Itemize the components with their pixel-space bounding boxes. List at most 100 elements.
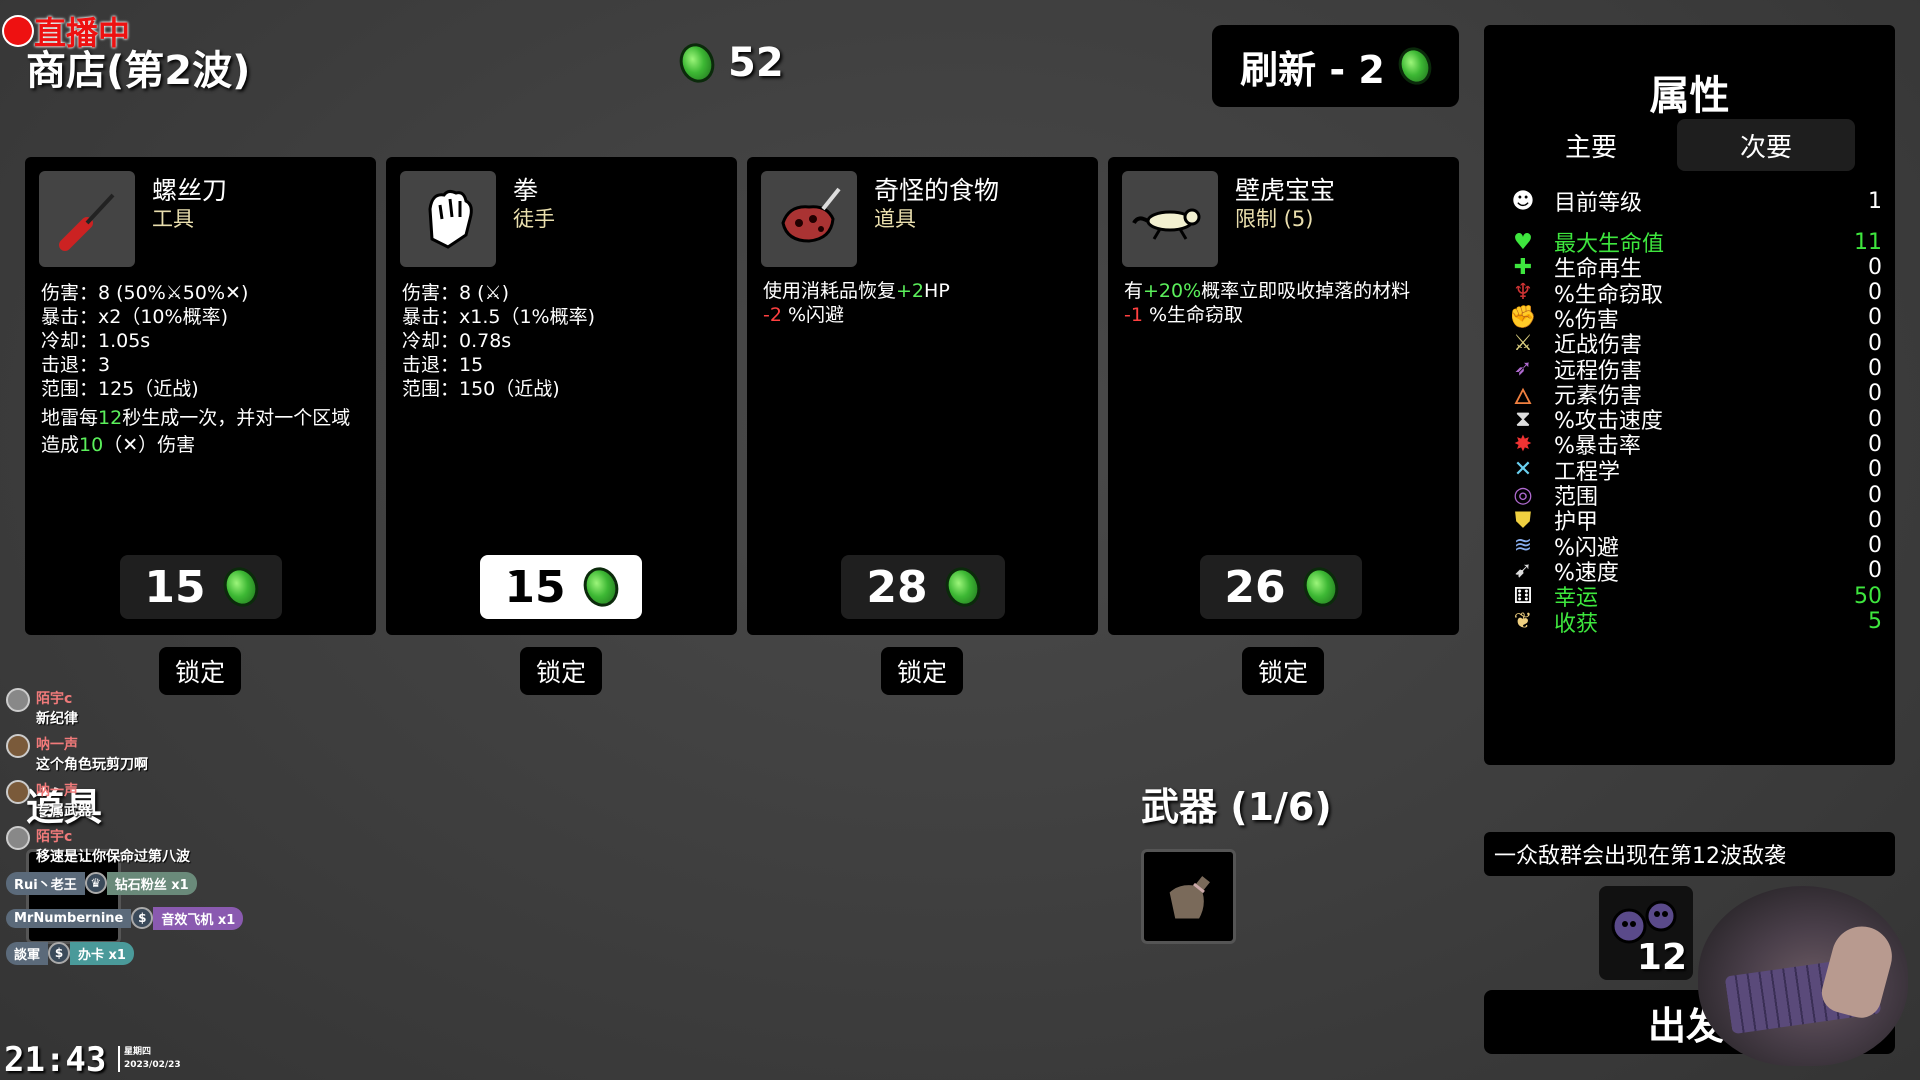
card-name: 螺丝刀 (152, 176, 228, 205)
desc-text: HP (924, 280, 950, 302)
stat-row: ❦ 收获 5 (1508, 607, 1882, 637)
wave-banner: 一众敌群会出现在第12波敌袭 (1484, 832, 1895, 876)
desc-text: %闪避 (788, 304, 845, 326)
card-description: 地雷每12秒生成一次，并对一个区域 造成10（✕）伤害 (41, 405, 366, 459)
gift-list: Rui丶老王 ♛ 钻石粉丝 x1 MrNumbernine $ 音效飞机 x1 談軍 $ 办卡 … (6, 871, 246, 965)
stat-value: 0 (1868, 558, 1882, 584)
tab-primary[interactable]: 主要 (1502, 119, 1680, 171)
stat-value: 1 (1868, 188, 1882, 214)
stat-line: 范围：150（近战) (402, 378, 560, 400)
shop-card-fist: 拳 徒手 伤害：8 (⚔) 暴击：x1.5（1%概率) 冷却：0.78s 击退：… (386, 157, 737, 635)
armor-icon: ⛊ (1514, 507, 1532, 533)
desc-value: -1 (1124, 304, 1143, 326)
gift-notice: MrNumbernine $ 音效飞机 x1 (6, 906, 246, 930)
chat-user: 呐一声 (36, 737, 78, 753)
chat-user: 陌宇c (36, 829, 73, 845)
stat-line: 伤害：8 (50%⚔50%✕) (41, 282, 249, 304)
lock-button[interactable]: 锁定 (520, 647, 602, 695)
stat-value: 0 (1868, 507, 1882, 533)
stat-value: 5 (1868, 609, 1882, 634)
buy-button[interactable]: 26 (1200, 555, 1362, 619)
fist-icon (400, 171, 496, 267)
regen-icon: ✚ (1513, 254, 1533, 280)
price-value: 15 (144, 561, 206, 613)
chat-message: 呐一声 专属武器 (6, 780, 246, 820)
speed-icon: ➹ (1513, 558, 1533, 584)
material-icon (577, 562, 624, 612)
dollar-icon: $ (131, 907, 154, 929)
date: 2023/02/23 (124, 1060, 181, 1070)
chat-text: 专属武器 (36, 803, 92, 819)
desc-value: +2 (896, 280, 925, 302)
attack-speed-icon: ⧗ (1515, 406, 1531, 432)
crown-icon: ♛ (84, 872, 107, 894)
chat-message: 呐一声这个角色玩剪刀啊 (6, 734, 246, 774)
card-type: 限制 (5) (1235, 207, 1314, 231)
weekday: 星期四 (124, 1047, 152, 1057)
card-name: 拳 (513, 176, 539, 205)
desc-value: -2 (763, 304, 782, 326)
stat-value: 0 (1868, 381, 1882, 407)
desc-value: +20% (1143, 280, 1202, 302)
shop-title: 商店(第2波) (26, 48, 251, 94)
luck-icon: ⚅ (1513, 583, 1533, 609)
desc-text: 地雷每 (41, 407, 99, 429)
shop-card-screwdriver: 螺丝刀 工具 伤害：8 (50%⚔50%✕) 暴击：x2（10%概率) 冷却：1… (25, 157, 376, 635)
desc-text: 有 (1124, 280, 1144, 302)
stat-value: 0 (1868, 254, 1882, 280)
card-type: 工具 (152, 207, 194, 231)
reroll-button[interactable]: 刷新 - 2 (1212, 25, 1459, 107)
tab-secondary[interactable]: 次要 (1677, 119, 1855, 171)
stat-line: 范围：125（近战) (41, 378, 199, 400)
card-stats: 伤害：8 (50%⚔50%✕) 暴击：x2（10%概率) 冷却：1.05s 击退… (41, 281, 248, 401)
gift-name: 办卡 x1 (70, 941, 134, 965)
chat-user: 呐一声 (36, 783, 78, 799)
stats-panel: 属性 主要 次要 ☻ 目前等级 1 ♥ 最大生命值 11 ✚ 生命再生 0 ♆ %生命窃取 0 ✊ %伤害… (1484, 25, 1895, 765)
clock-date: 星期四 2023/02/23 (118, 1046, 181, 1072)
material-icon (1297, 562, 1344, 612)
stat-value: 50 (1854, 583, 1882, 609)
card-stats: 伤害：8 (⚔) 暴击：x1.5（1%概率) 冷却：0.78s 击退：15 范围… (402, 281, 595, 401)
buy-button[interactable]: 15 (120, 555, 282, 619)
weapon-slot[interactable] (1141, 849, 1236, 944)
webcam-overlay (1698, 886, 1908, 1066)
stat-line: 暴击：x2（10%概率) (41, 306, 228, 328)
card-type: 徒手 (513, 207, 555, 231)
stat-line: 伤害：8 (⚔) (402, 282, 509, 304)
weapons-title: 武器 (1/6) (1141, 785, 1332, 829)
melee-icon: ⚔ (1513, 330, 1533, 356)
card-name: 壁虎宝宝 (1235, 176, 1336, 205)
damage-icon: ✊ (1509, 305, 1537, 331)
buy-button[interactable]: 28 (841, 555, 1005, 619)
material-icon (217, 562, 264, 612)
lifesteal-icon: ♆ (1513, 280, 1533, 306)
chat-text: 这个角色玩剪刀啊 (36, 757, 148, 773)
desc-value: 10 (79, 434, 104, 456)
gift-notice: Rui丶老王 ♛ 钻石粉丝 x1 (6, 871, 246, 895)
avatar (6, 826, 30, 850)
shop-card-baby-gecko: 壁虎宝宝 限制 (5) 有+20%概率立即吸收掉落的材料 -1 %生命窃取 26 (1108, 157, 1459, 635)
enemy-count: 12 (1636, 937, 1687, 978)
stat-line: 暴击：x1.5（1%概率) (402, 306, 596, 328)
desc-text: （✕）伤害 (103, 434, 196, 456)
avatar (6, 780, 30, 804)
chat-message: 陌宇c 移速是让你保命过第八波 (6, 826, 246, 866)
desc-text: 使用消耗品恢复 (763, 280, 897, 302)
desc-text: 秒生成一次，并对一个区域 (122, 407, 351, 429)
lock-button[interactable]: 锁定 (881, 647, 963, 695)
shop-card-strange-food: 奇怪的食物 道具 使用消耗品恢复+2HP -2 %闪避 28 (747, 157, 1098, 635)
stat-line: 冷却：0.78s (402, 330, 512, 352)
lock-button[interactable]: 锁定 (1242, 647, 1324, 695)
stat-value: 0 (1868, 330, 1882, 356)
strange-food-icon (761, 171, 857, 267)
stat-value: 0 (1868, 482, 1882, 508)
range-icon: ◎ (1513, 482, 1533, 508)
stat-line: 冷却：1.05s (41, 330, 151, 352)
price-value: 26 (1224, 561, 1286, 613)
stat-row: ☻ 目前等级 1 (1508, 186, 1882, 217)
stat-value: 0 (1868, 356, 1882, 381)
card-description: 有+20%概率立即吸收掉落的材料 -1 %生命窃取 (1124, 279, 1449, 327)
avatar (6, 734, 30, 758)
engineering-icon: ✕ (1513, 457, 1533, 483)
chat-text: 移速是让你保命过第八波 (36, 849, 190, 865)
